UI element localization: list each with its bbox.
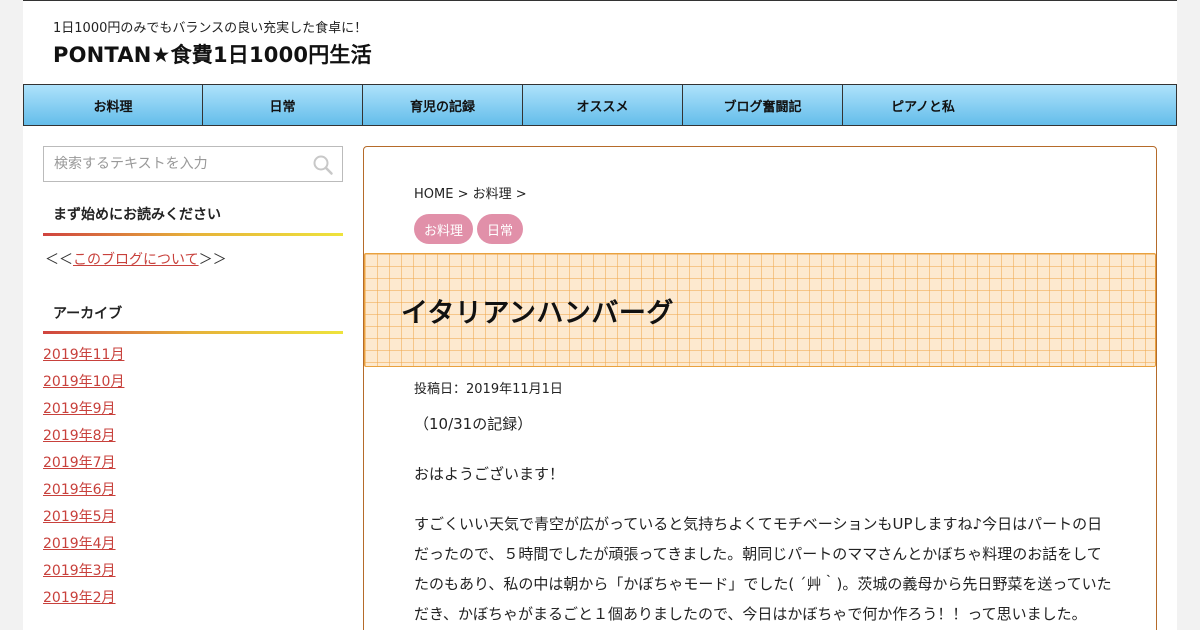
nav-item-blog-struggle[interactable]: ブログ奮闘記 [683, 85, 843, 125]
archive-link[interactable]: 2019年2月 [43, 590, 116, 606]
archive-link[interactable]: 2019年3月 [43, 563, 116, 579]
archive-link[interactable]: 2019年4月 [43, 536, 116, 552]
breadcrumb-category[interactable]: お料理 [473, 187, 512, 202]
archive-link[interactable]: 2019年9月 [43, 401, 116, 417]
list-item: 2019年3月 [43, 560, 124, 587]
nav-item-recommend[interactable]: オススメ [523, 85, 683, 125]
article-body: （10/31の記録） おはようございます！ すごくいい天気で青空が広がっていると… [414, 409, 1114, 630]
list-item: 2019年2月 [43, 587, 124, 614]
widget-title-archive: アーカイブ [53, 306, 123, 322]
article-title-box: イタリアンハンバーグ [364, 253, 1156, 367]
article-title: イタリアンハンバーグ [401, 297, 674, 329]
archive-link[interactable]: 2019年5月 [43, 509, 116, 525]
list-item: 2019年6月 [43, 479, 124, 506]
article-paragraph: おはようございます！ [414, 465, 565, 483]
nav-item-daily[interactable]: 日常 [203, 85, 363, 125]
archive-list: 2019年11月 2019年10月 2019年9月 2019年8月 2019年7… [43, 344, 124, 614]
category-tag-cooking[interactable]: お料理 [414, 214, 474, 244]
breadcrumb-separator: > [453, 187, 473, 202]
list-item: 2019年11月 [43, 344, 124, 371]
archive-link[interactable]: 2019年11月 [43, 347, 124, 363]
widget-title-underline [43, 331, 343, 334]
list-item: 2019年10月 [43, 371, 124, 398]
list-item: 2019年5月 [43, 506, 124, 533]
about-blog-link[interactable]: このブログについて [73, 252, 199, 268]
breadcrumb: HOME > お料理 > [414, 183, 527, 202]
breadcrumb-separator: > [511, 187, 527, 202]
nav-item-parenting[interactable]: 育児の記録 [363, 85, 523, 125]
nav-item-piano[interactable]: ピアノと私 [843, 85, 1003, 125]
global-nav: お料理 日常 育児の記録 オススメ ブログ奮闘記 ピアノと私 [23, 84, 1177, 126]
search-input[interactable] [44, 147, 306, 181]
widget-title-underline [43, 233, 343, 236]
article-paragraph: すごくいい天気で青空が広がっていると気持ちよくてモチベーションもUPしますね♪今… [414, 515, 1112, 623]
site-title[interactable]: PONTAN★食費1日1000円生活 [53, 39, 372, 69]
list-item: 2019年7月 [43, 452, 124, 479]
article-paragraph: （10/31の記録） [414, 415, 533, 433]
widget-title-read-first: まず始めにお読みください [53, 207, 221, 223]
article-card: HOME > お料理 > お料理 日常 イタリアンハンバーグ 投稿日：2019年… [363, 146, 1157, 630]
about-blog-line: ＜＜このブログについて＞＞ [45, 249, 227, 269]
about-prefix: ＜＜ [45, 252, 73, 268]
breadcrumb-home[interactable]: HOME [414, 187, 453, 202]
archive-link[interactable]: 2019年10月 [43, 374, 124, 390]
archive-link[interactable]: 2019年8月 [43, 428, 116, 444]
archive-link[interactable]: 2019年7月 [43, 455, 116, 471]
post-date: 投稿日：2019年11月1日 [414, 382, 563, 397]
archive-link[interactable]: 2019年6月 [43, 482, 116, 498]
list-item: 2019年8月 [43, 425, 124, 452]
search-box [43, 146, 343, 182]
search-icon[interactable] [312, 154, 334, 176]
list-item: 2019年9月 [43, 398, 124, 425]
page-wrapper: 1日1000円のみでもバランスの良い充実した食卓に！ PONTAN★食費1日10… [23, 0, 1177, 630]
category-tags: お料理 日常 [414, 214, 524, 244]
site-tagline: 1日1000円のみでもバランスの良い充実した食卓に！ [53, 21, 368, 36]
list-item: 2019年4月 [43, 533, 124, 560]
about-suffix: ＞＞ [198, 252, 227, 268]
nav-item-cooking[interactable]: お料理 [24, 85, 203, 125]
category-tag-daily[interactable]: 日常 [477, 214, 524, 244]
